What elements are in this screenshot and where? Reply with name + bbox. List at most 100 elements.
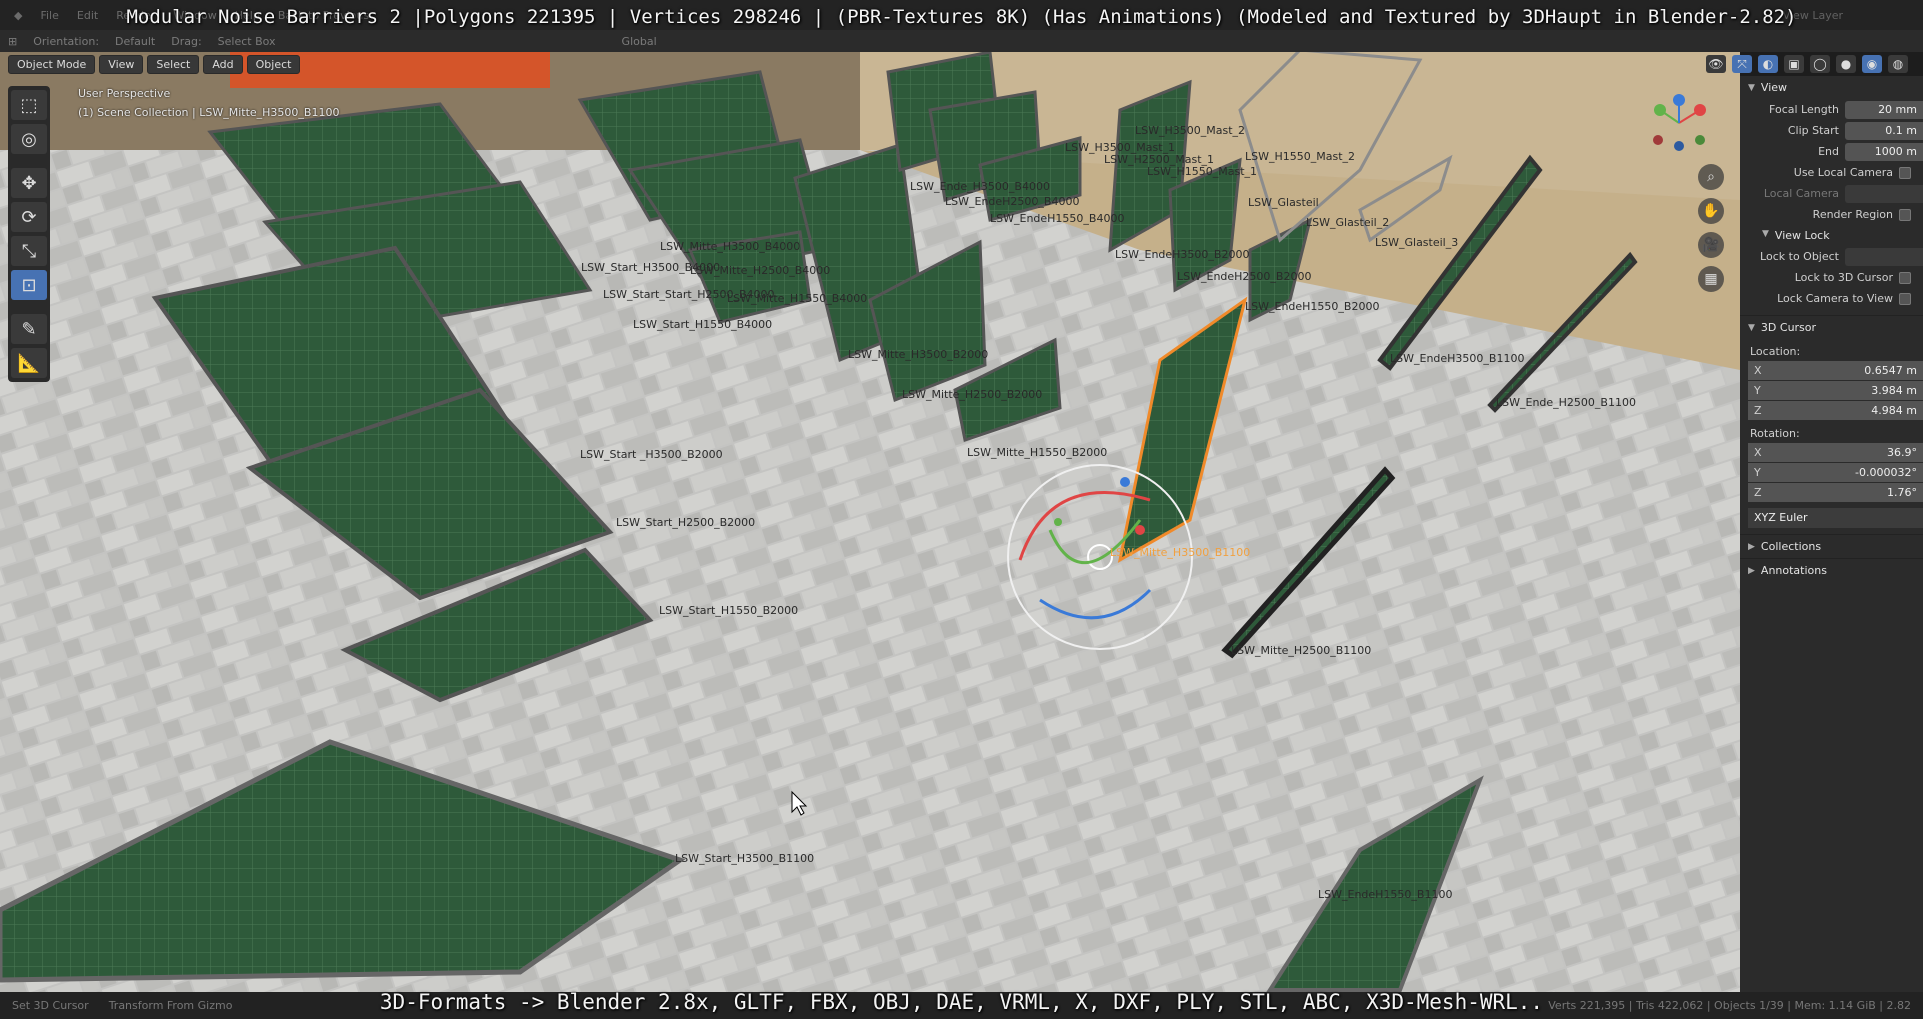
visibility-icon[interactable]: 👁	[1706, 55, 1726, 73]
object-label: LSW_EndeH3500_B1100	[1390, 352, 1525, 365]
axis-value: 3.984 m	[1871, 384, 1917, 397]
collapse-arrow-icon: ▶	[1748, 541, 1755, 552]
viewport-info: User Perspective (1) Scene Collection | …	[78, 84, 339, 122]
object-label: LSW_Start_H1550_B4000	[633, 318, 773, 331]
object-label: LSW_EndeH3500_B2000	[1115, 248, 1250, 261]
view-section-title: View	[1760, 81, 1788, 94]
viewport-shading-bar: 👁 ⤧ ◐ ▣ ◯ ● ◉ ◍	[1700, 52, 1923, 76]
drag-dropdown[interactable]: Select Box	[210, 35, 284, 48]
axis-value: 1.76°	[1887, 486, 1917, 499]
location-label: Location:	[1750, 345, 1801, 358]
cursor-rotation-z[interactable]: Z 1.76°	[1748, 483, 1923, 502]
cursor-location-x[interactable]: X 0.6547 m	[1748, 361, 1923, 380]
tool-settings-bar: ⊞ Orientation: Default Drag: Select Box …	[0, 30, 1923, 52]
object-label: LSW_Start_H2500_B2000	[616, 516, 756, 529]
scale-tool-icon[interactable]: ⤡	[11, 236, 47, 266]
use-local-camera-label: Use Local Camera	[1793, 166, 1893, 179]
axis-label: X	[1754, 364, 1762, 377]
perspective-label: User Perspective	[78, 87, 171, 100]
rotate-tool-icon[interactable]: ⟳	[11, 202, 47, 232]
select-box-tool-icon[interactable]: ⬚	[11, 90, 47, 120]
menu-add[interactable]: Add	[203, 54, 243, 74]
object-label: LSW_H1550_Mast_1	[1147, 165, 1258, 178]
object-label: LSW_Mitte_H2500_B4000	[690, 264, 831, 277]
annotate-tool-icon[interactable]: ✎	[11, 314, 47, 344]
orientation-label: Orientation:	[33, 34, 100, 48]
pan-hand-icon[interactable]: ✋	[1698, 198, 1724, 224]
local-camera-field[interactable]	[1845, 184, 1923, 203]
object-label: LSW_Start_H3500_B1100	[675, 852, 815, 865]
object-label: LSW_Start_H1550_B2000	[659, 604, 799, 617]
expand-arrow-icon: ▼	[1762, 229, 1769, 239]
transform-tool-icon[interactable]: ⊡	[11, 270, 47, 300]
rotation-mode-dropdown[interactable]: XYZ Euler	[1748, 508, 1923, 528]
render-region-checkbox[interactable]	[1899, 208, 1911, 221]
axis-label: Y	[1754, 466, 1761, 479]
object-label: LSW_Mitte_H2500_B2000	[902, 388, 1043, 401]
axis-value: 4.984 m	[1871, 404, 1917, 417]
cursor-location-y[interactable]: Y 3.984 m	[1748, 381, 1923, 400]
selected-object-label: LSW_Mitte_H3500_B1100	[1110, 546, 1251, 559]
overlay-toggle-icon[interactable]: ◐	[1758, 55, 1778, 73]
orientation-dropdown[interactable]: Default	[107, 35, 163, 48]
material-shading-icon[interactable]: ◉	[1862, 55, 1882, 73]
use-local-camera-checkbox[interactable]	[1899, 166, 1911, 179]
axis-label: X	[1754, 446, 1762, 459]
collections-section-header[interactable]: ▶ Collections	[1740, 534, 1923, 558]
lock-to-3d-cursor-checkbox[interactable]	[1899, 271, 1911, 284]
menu-object[interactable]: Object	[246, 54, 301, 74]
focal-length-label: Focal Length	[1769, 103, 1839, 116]
cursor-rotation-y[interactable]: Y -0.000032°	[1748, 463, 1923, 482]
mode-dropdown[interactable]: Object Mode	[8, 54, 96, 74]
cursor-rotation-x[interactable]: X 36.9°	[1748, 443, 1923, 462]
cursor-section-header[interactable]: ▼ 3D Cursor	[1740, 315, 1923, 339]
view-section-header[interactable]: ▼ View	[1740, 76, 1923, 99]
cursor-location-z[interactable]: Z 4.984 m	[1748, 401, 1923, 420]
view-lock-title: View Lock	[1774, 229, 1830, 242]
navigation-gizmo[interactable]	[1648, 92, 1710, 154]
axis-label: Y	[1754, 384, 1761, 397]
clip-end-label: End	[1818, 145, 1839, 158]
lock-camera-to-view-checkbox[interactable]	[1899, 292, 1911, 305]
editor-type-icon[interactable]: ⊞	[0, 35, 25, 48]
measure-tool-icon[interactable]: 📐	[11, 348, 47, 378]
focal-length-field[interactable]: 20 mm	[1845, 100, 1923, 119]
sidebar-n-panel: ▼ View Focal Length 20 mm Clip Start 0.1 m …	[1740, 76, 1923, 992]
collection-label: (1) Scene Collection | LSW_Mitte_H3500_B…	[78, 106, 340, 119]
lock-to-3d-cursor-label: Lock to 3D Cursor	[1794, 271, 1893, 284]
lock-camera-to-view-label: Lock Camera to View	[1777, 292, 1893, 305]
object-label: LSW_EndeH1550_B2000	[1245, 300, 1380, 313]
cursor-tool-icon[interactable]: ◎	[11, 124, 47, 154]
axis-value: 0.6547 m	[1864, 364, 1917, 377]
axis-label: Z	[1754, 486, 1762, 499]
object-label: LSW_Glasteil_2	[1306, 216, 1390, 229]
overlay-formats-banner: 3D-Formats -> Blender 2.8x, GLTF, FBX, O…	[379, 990, 1544, 1014]
menu-view[interactable]: View	[99, 54, 144, 74]
wireframe-shading-icon[interactable]: ◯	[1810, 55, 1830, 73]
axis-value: -0.000032°	[1855, 466, 1917, 479]
cursor-section-title: 3D Cursor	[1760, 321, 1817, 334]
solid-shading-icon[interactable]: ●	[1836, 55, 1856, 73]
3d-viewport[interactable]: User Perspective (1) Scene Collection | …	[0, 52, 1740, 992]
menu-select[interactable]: Select	[147, 54, 200, 74]
annotations-section-header[interactable]: ▶ Annotations	[1740, 558, 1923, 582]
rendered-shading-icon[interactable]: ◍	[1888, 55, 1908, 73]
clip-start-field[interactable]: 0.1 m	[1845, 121, 1923, 140]
xray-icon[interactable]: ▣	[1784, 55, 1804, 73]
ortho-grid-icon[interactable]: ▦	[1698, 266, 1724, 292]
camera-icon[interactable]: 🎥	[1698, 232, 1724, 258]
object-label: LSW_Mitte_H1550_B4000	[727, 292, 868, 305]
transform-orientation-dropdown[interactable]: Global	[614, 35, 665, 48]
local-camera-label: Local Camera	[1763, 187, 1839, 200]
object-label: LSW_Start _H3500_B2000	[580, 448, 723, 461]
move-tool-icon[interactable]: ✥	[11, 168, 47, 198]
view-lock-header[interactable]: ▼ View Lock	[1740, 225, 1923, 246]
clip-end-field[interactable]: 1000 m	[1845, 142, 1923, 161]
object-label: LSW_Mitte_H2500_B1100	[1231, 644, 1372, 657]
scene-render	[0, 52, 1740, 992]
render-region-label: Render Region	[1812, 208, 1893, 221]
gizmo-toggle-icon[interactable]: ⤧	[1732, 55, 1752, 73]
object-label: LSW_EndeH1550_B4000	[990, 212, 1125, 225]
lock-to-object-field[interactable]	[1845, 247, 1923, 266]
zoom-icon[interactable]: ⌕	[1698, 164, 1724, 190]
